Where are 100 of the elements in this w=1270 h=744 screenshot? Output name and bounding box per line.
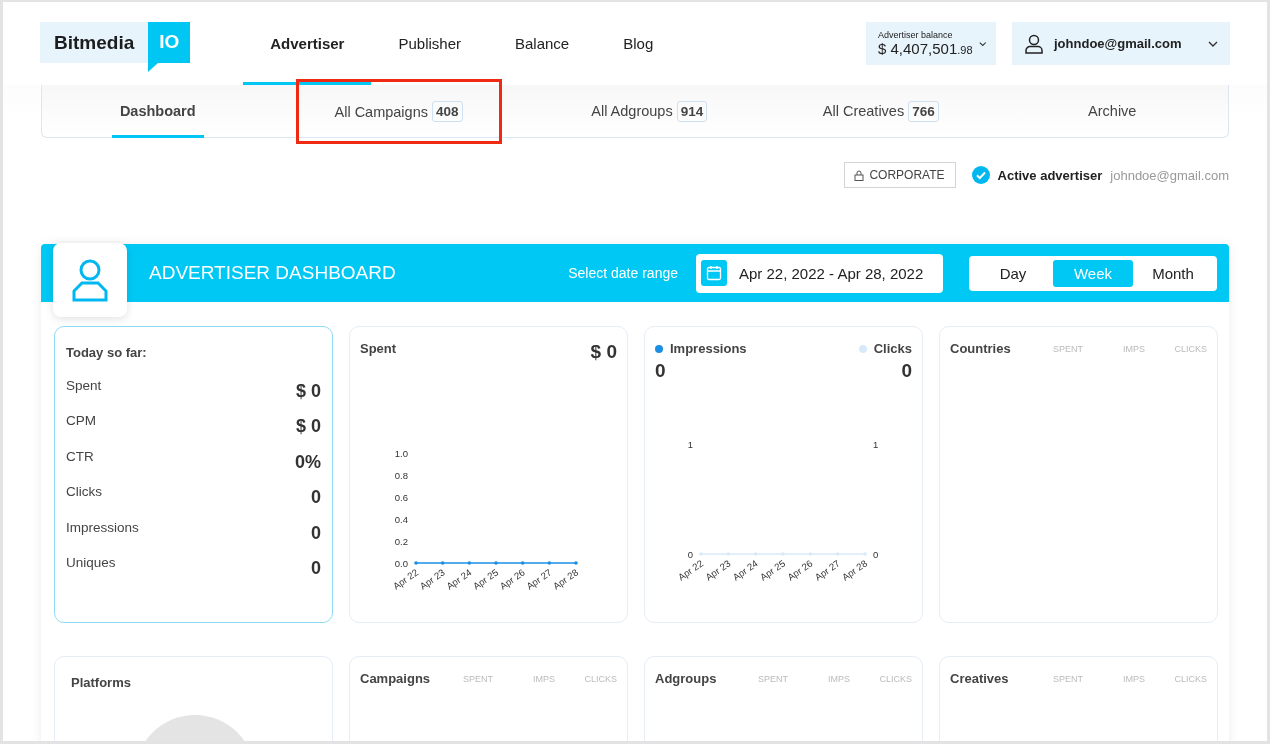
data-point xyxy=(494,561,498,565)
balance-label: Advertiser balance xyxy=(878,30,954,40)
data-point xyxy=(753,552,758,556)
metric-label: Impressions xyxy=(66,519,139,537)
axis-label: 1.0 xyxy=(394,447,408,459)
axis-label: 0.6 xyxy=(394,491,408,503)
column-header: SPENT xyxy=(1052,673,1083,684)
count-badge: 914 xyxy=(676,100,708,122)
metric-value: 0 xyxy=(311,522,321,544)
user-icon xyxy=(1024,33,1044,54)
data-point xyxy=(520,561,525,565)
data-point xyxy=(863,552,867,556)
dashboard-title: ADVERTISER DASHBOARD xyxy=(149,262,396,284)
data-point xyxy=(808,552,813,556)
date-range-field[interactable]: Apr 22, 2022 - Apr 28, 2022 xyxy=(696,253,943,293)
card-title: Campaigns xyxy=(360,671,431,686)
card-title: Creatives xyxy=(950,671,1009,686)
date-range-label: Select date range xyxy=(568,265,678,281)
section-tab[interactable]: Dashboard xyxy=(42,85,274,137)
data-point xyxy=(467,561,472,565)
card-value: 0 xyxy=(655,360,666,382)
data-point xyxy=(726,552,731,556)
data-point xyxy=(574,561,578,565)
nav-tab[interactable]: Blog xyxy=(596,2,681,85)
legend-label: Clicks xyxy=(873,341,912,356)
card-value: 0 xyxy=(901,360,912,382)
balance-amount: $ 4,407,501.98 xyxy=(878,40,973,57)
data-point xyxy=(835,552,840,556)
axis-label: 0 xyxy=(687,548,693,560)
axis-label: Apr 22 xyxy=(675,557,706,583)
section-tab[interactable]: Archive xyxy=(996,85,1228,137)
legend-label: Impressions xyxy=(670,341,747,356)
axis-label: 1 xyxy=(687,438,693,450)
card-title: Platforms xyxy=(71,675,132,690)
column-header: CLICKS xyxy=(878,673,912,684)
data-point xyxy=(440,561,445,565)
user-dropdown[interactable]: johndoe@gmail.com xyxy=(1012,22,1230,65)
column-header: CLICKS xyxy=(1173,673,1207,684)
column-header: SPENT xyxy=(462,673,493,684)
section-tab[interactable]: All Campaigns 408 xyxy=(298,82,499,141)
axis-label: Apr 28 xyxy=(839,557,870,583)
axis-label: 0.4 xyxy=(394,513,408,525)
corporate-button[interactable]: CORPORATE xyxy=(843,162,956,188)
period-tab[interactable]: Day xyxy=(973,259,1053,287)
axis-label: Apr 23 xyxy=(703,557,733,583)
metric-label: CPM xyxy=(66,413,96,430)
axis-label: Apr 24 xyxy=(730,557,760,583)
metric-value: $ 0 xyxy=(295,416,321,437)
account-email: johndoe@gmail.com xyxy=(1110,167,1229,183)
card-value: $ 0 xyxy=(590,341,617,363)
card-title: Today so far: xyxy=(66,345,148,360)
nav-tab[interactable]: Balance xyxy=(488,2,597,85)
data-point xyxy=(699,552,703,556)
card-title: Adgroups xyxy=(655,671,717,686)
user-icon xyxy=(71,258,109,302)
axis-label: Apr 26 xyxy=(785,557,815,583)
data-point xyxy=(414,561,418,565)
axis-label: Apr 27 xyxy=(812,557,842,583)
lock-icon xyxy=(854,169,865,181)
axis-label: 0 xyxy=(873,548,879,560)
user-email: johndoe@gmail.com xyxy=(1054,36,1183,51)
metric-value: 0% xyxy=(295,451,321,473)
nav-tab[interactable]: Publisher xyxy=(371,2,488,85)
check-icon xyxy=(971,166,990,184)
data-point xyxy=(781,552,785,556)
column-header: SPENT xyxy=(757,673,788,684)
chevron-down-icon xyxy=(1208,40,1218,47)
metric-label: Clicks xyxy=(66,484,102,501)
logo-badge: IO xyxy=(148,22,191,72)
count-badge: 408 xyxy=(432,101,463,122)
card-title: Spent xyxy=(360,341,397,356)
metric-value: 0 xyxy=(311,558,321,579)
card-title: Countries xyxy=(950,341,1011,356)
calendar-icon xyxy=(706,265,722,281)
column-header: SPENT xyxy=(1052,343,1083,354)
column-header: IMPS xyxy=(1122,343,1145,354)
count-badge: 766 xyxy=(908,100,939,122)
column-header: IMPS xyxy=(1122,673,1145,684)
period-tab[interactable]: Month xyxy=(1133,259,1213,287)
axis-label: Apr 25 xyxy=(757,557,788,583)
metric-value: $ 0 xyxy=(295,380,321,402)
axis-label: 0.2 xyxy=(394,535,408,547)
logo-text: Bitmedia xyxy=(40,22,149,63)
column-header: CLICKS xyxy=(1173,343,1207,354)
axis-label: 0.0 xyxy=(394,557,408,569)
axis-label: 1 xyxy=(873,438,879,450)
column-header: IMPS xyxy=(532,673,555,684)
metric-label: Uniques xyxy=(66,555,116,572)
status-label: Active advertiser xyxy=(997,167,1103,183)
column-header: CLICKS xyxy=(583,673,617,684)
balance-dropdown[interactable]: Advertiser balance $ 4,407,501.98 xyxy=(866,22,996,65)
section-tab[interactable]: All Creatives 766 xyxy=(765,85,997,137)
metric-label: Spent xyxy=(66,377,102,395)
data-point xyxy=(547,561,552,565)
axis-label: 0.8 xyxy=(394,469,408,481)
chevron-down-icon xyxy=(978,40,986,47)
metric-value: 0 xyxy=(311,487,321,508)
section-tab[interactable]: All Adgroups 914 xyxy=(533,85,765,137)
metric-label: CTR xyxy=(66,448,94,466)
column-header: IMPS xyxy=(827,673,850,684)
